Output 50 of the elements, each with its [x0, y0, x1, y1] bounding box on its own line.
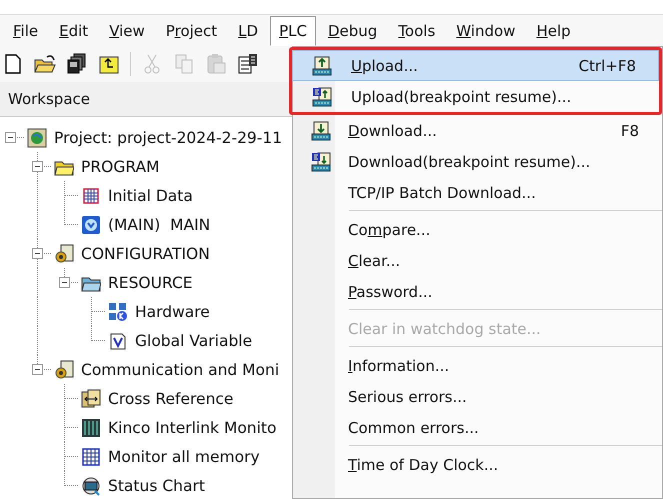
- menu-item[interactable]: Download... F8: [293, 115, 662, 146]
- tree-item[interactable]: Cross Reference: [108, 390, 234, 408]
- documents-icon[interactable]: [66, 53, 88, 75]
- menu-item[interactable]: Project: [156, 16, 226, 46]
- menu-item[interactable]: PLC: [270, 16, 316, 46]
- tree-item[interactable]: (MAIN) MAIN: [108, 216, 210, 234]
- menu-item[interactable]: Password...: [293, 276, 662, 307]
- menu-item[interactable]: Tools: [389, 16, 444, 46]
- collapse-toggle[interactable]: [32, 161, 43, 172]
- tree-item[interactable]: Communication and Moni: [81, 360, 280, 378]
- download-resume-icon: [311, 152, 331, 172]
- open-folder-icon[interactable]: [34, 53, 56, 75]
- tree-item[interactable]: RESOURCE: [108, 274, 193, 292]
- tree-item[interactable]: Status Chart: [108, 476, 205, 494]
- collapse-toggle[interactable]: [5, 132, 16, 143]
- table-document-icon[interactable]: [237, 53, 259, 75]
- menu-item[interactable]: LD: [229, 16, 268, 46]
- menu-item[interactable]: Debug: [318, 16, 386, 46]
- menu-item[interactable]: Upload... Ctrl+F8: [292, 50, 659, 81]
- menu-item[interactable]: File: [4, 16, 48, 46]
- menu-item[interactable]: View: [100, 16, 154, 46]
- panel-title: Workspace: [8, 90, 90, 108]
- upload-resume-icon: [312, 86, 332, 106]
- menu-item[interactable]: Download(breakpoint resume)...: [293, 146, 662, 177]
- menu-item[interactable]: Upload(breakpoint resume)...: [292, 81, 659, 112]
- tree-item[interactable]: Global Variable: [135, 332, 252, 350]
- shortcut-label: F8: [620, 122, 640, 140]
- tree-item[interactable]: Initial Data: [108, 186, 193, 204]
- menu-item[interactable]: TCP/IP Batch Download...: [293, 177, 662, 208]
- tree-item[interactable]: CONFIGURATION: [81, 244, 210, 262]
- upload-icon: [312, 56, 332, 76]
- download-icon: [311, 120, 331, 140]
- shortcut-label: Ctrl+F8: [578, 56, 637, 74]
- tree-item[interactable]: Project: project-2024-2-29-11: [54, 128, 282, 146]
- menu-item[interactable]: Compare...: [293, 214, 662, 245]
- tree-item[interactable]: Monitor all memory: [108, 448, 260, 466]
- collapse-toggle[interactable]: [32, 364, 43, 375]
- menu-item[interactable]: Common errors...: [293, 412, 662, 443]
- tree-item[interactable]: Kinco Interlink Monito: [108, 418, 276, 436]
- menu-item[interactable]: Help: [527, 16, 580, 46]
- menu-item[interactable]: Clear...: [293, 245, 662, 276]
- menu-item[interactable]: Time of Day Clock...: [293, 449, 662, 480]
- menu-item[interactable]: Serious errors...: [293, 381, 662, 412]
- menu-item[interactable]: Edit: [50, 16, 98, 46]
- menu-item[interactable]: Information...: [293, 350, 662, 381]
- tree-item[interactable]: Hardware: [135, 302, 210, 320]
- collapse-toggle[interactable]: [59, 277, 70, 288]
- menu-item[interactable]: Window: [447, 16, 524, 46]
- collapse-toggle[interactable]: [32, 248, 43, 259]
- tree-item[interactable]: PROGRAM: [81, 158, 160, 176]
